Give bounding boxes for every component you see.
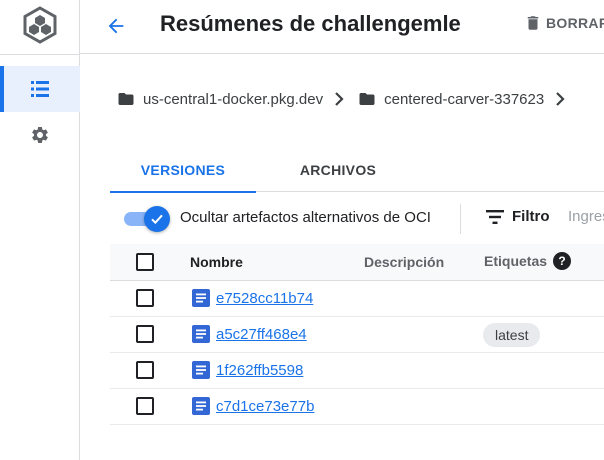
filter-input[interactable] xyxy=(568,208,604,225)
chevron-right-icon xyxy=(554,92,566,106)
help-circle-icon[interactable]: ? xyxy=(553,252,572,270)
filter-button[interactable]: Filtro xyxy=(486,208,550,225)
row-checkbox[interactable] xyxy=(136,361,154,379)
version-link[interactable]: c7d1ce73e77b xyxy=(216,398,314,415)
tab-archivos[interactable]: ARCHIVOS xyxy=(270,148,406,192)
rail-divider xyxy=(0,54,80,55)
table-row: c7d1ce73e77b xyxy=(110,389,604,425)
document-icon xyxy=(192,361,210,379)
tab-bar: VERSIONES ARCHIVOS xyxy=(110,148,604,193)
rail-item-repositories[interactable] xyxy=(0,66,80,112)
folder-icon xyxy=(359,93,375,105)
toolbar-divider xyxy=(460,204,461,234)
column-header-description[interactable]: Descripción xyxy=(364,254,444,270)
artifact-registry-logo-icon[interactable] xyxy=(20,5,60,45)
breadcrumb-label: centered-carver-337623 xyxy=(384,90,545,108)
rail-item-settings[interactable] xyxy=(0,112,80,158)
left-nav-rail xyxy=(0,0,80,460)
document-icon xyxy=(192,289,210,307)
breadcrumb-item-project[interactable]: centered-carver-337623 xyxy=(357,90,544,108)
filter-icon xyxy=(486,209,504,224)
row-checkbox[interactable] xyxy=(136,325,154,343)
check-icon xyxy=(151,214,163,225)
column-header-tags[interactable]: Etiquetas ? xyxy=(484,252,572,270)
gear-icon xyxy=(32,127,48,143)
toggle-label: Ocultar artefactos alternativos de OCI xyxy=(180,209,431,226)
select-all-checkbox[interactable] xyxy=(136,253,154,271)
folder-icon xyxy=(118,93,134,105)
row-checkbox[interactable] xyxy=(136,289,154,307)
table-row: a5c27ff468e4 latest xyxy=(110,317,604,353)
version-link[interactable]: e7528cc11b74 xyxy=(216,290,313,307)
column-header-name[interactable]: Nombre xyxy=(190,254,243,270)
trash-icon xyxy=(527,16,539,30)
hide-oci-artifacts-toggle[interactable] xyxy=(124,206,170,232)
list-icon xyxy=(31,81,49,97)
delete-button[interactable]: BORRAR xyxy=(524,14,604,32)
row-checkbox[interactable] xyxy=(136,397,154,415)
versions-table: Nombre Descripción Etiquetas ? e7528cc11… xyxy=(110,244,604,425)
page-title: Resúmenes de challengemle xyxy=(160,11,461,36)
page-header: Resúmenes de challengemle BORRAR xyxy=(80,0,604,54)
document-icon xyxy=(192,397,210,415)
document-icon xyxy=(192,325,210,343)
version-link[interactable]: a5c27ff468e4 xyxy=(216,326,307,343)
table-row: e7528cc11b74 xyxy=(110,281,604,317)
toggle-thumb xyxy=(144,206,170,232)
filter-label: Filtro xyxy=(512,208,550,225)
breadcrumb: us-central1-docker.pkg.dev centered-carv… xyxy=(116,90,578,108)
column-header-tags-label: Etiquetas xyxy=(484,253,548,269)
breadcrumb-label: us-central1-docker.pkg.dev xyxy=(143,90,324,108)
delete-button-label: BORRAR xyxy=(546,15,604,31)
table-header: Nombre Descripción Etiquetas ? xyxy=(110,244,604,281)
arrow-back-icon xyxy=(108,18,124,34)
table-toolbar: Ocultar artefactos alternativos de OCI F… xyxy=(110,196,604,242)
chevron-right-icon xyxy=(333,92,345,106)
breadcrumb-item-host[interactable]: us-central1-docker.pkg.dev xyxy=(116,90,323,108)
tab-versiones[interactable]: VERSIONES xyxy=(110,148,256,193)
version-link[interactable]: 1f262ffb5598 xyxy=(216,362,303,379)
back-button[interactable] xyxy=(102,12,130,40)
table-row: 1f262ffb5598 xyxy=(110,353,604,389)
tag-chip[interactable]: latest xyxy=(483,323,541,347)
